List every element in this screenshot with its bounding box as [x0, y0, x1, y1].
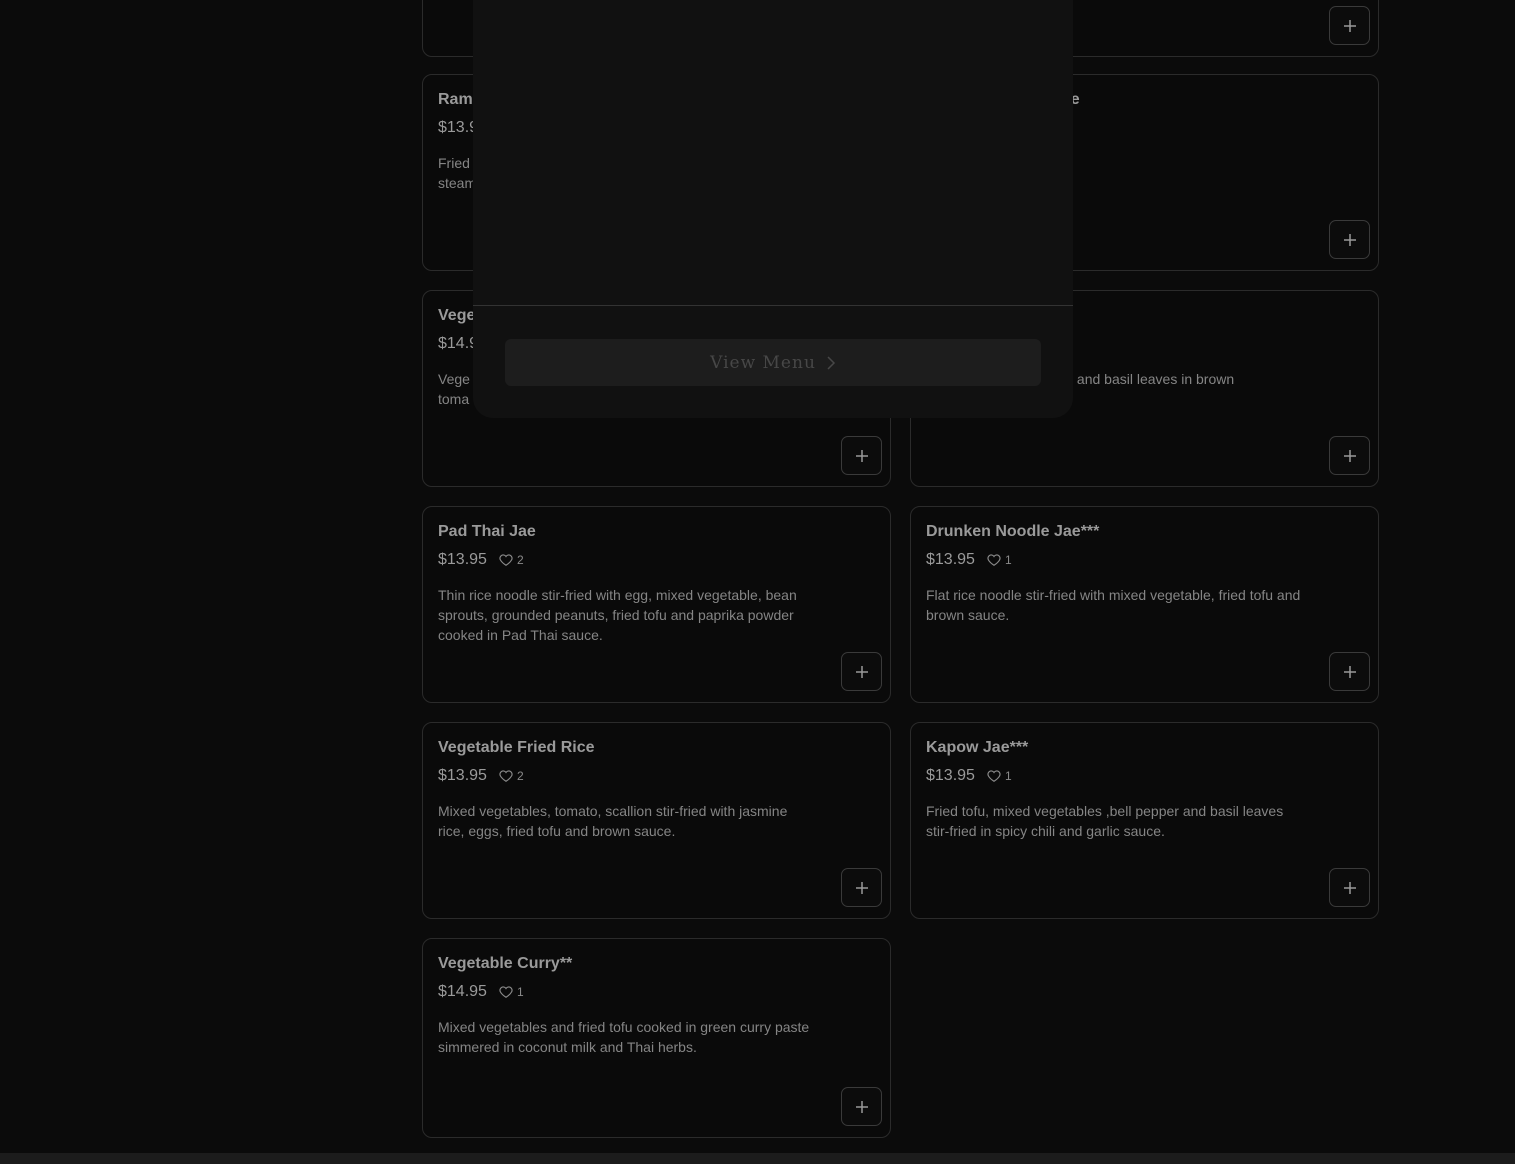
- view-menu-button[interactable]: View Menu: [505, 339, 1041, 386]
- price-row: $14.95 1: [438, 983, 524, 1001]
- plus-icon: [1343, 233, 1356, 246]
- like-button[interactable]: 1: [987, 769, 1012, 783]
- add-item-button[interactable]: [1329, 868, 1370, 907]
- add-item-button[interactable]: [1329, 652, 1370, 691]
- menu-item-card[interactable]: Drunken Noodle Jae*** $13.95 1 Flat rice…: [910, 506, 1379, 703]
- menu-item-title: Ram: [438, 91, 473, 108]
- like-count: 1: [1004, 769, 1012, 783]
- menu-item-title: Vege: [438, 307, 476, 324]
- menu-overlay-panel: View Menu: [473, 0, 1073, 418]
- plus-icon: [855, 665, 868, 678]
- menu-item-price: $13.95: [926, 767, 975, 784]
- price-row: $13.95 1: [926, 551, 1012, 569]
- menu-item-price: $13.95: [438, 767, 487, 784]
- add-item-button[interactable]: [1329, 6, 1370, 45]
- add-item-button[interactable]: [841, 436, 882, 475]
- add-item-button[interactable]: [1329, 436, 1370, 475]
- menu-item-title: Pad Thai Jae: [438, 523, 536, 540]
- plus-icon: [1343, 449, 1356, 462]
- price-row: $13.95 2: [438, 767, 524, 785]
- menu-item-description: Mixed vegetables and fried tofu cooked i…: [438, 1019, 810, 1055]
- menu-item-description: Flat rice noodle stir-fried with mixed v…: [926, 587, 1301, 623]
- overlay-divider: [473, 305, 1073, 306]
- menu-item-title: Drunken Noodle Jae***: [926, 523, 1100, 540]
- like-count: 1: [1004, 553, 1012, 567]
- plus-icon: [1343, 881, 1356, 894]
- like-button[interactable]: 2: [499, 769, 524, 783]
- heart-icon: [499, 986, 513, 998]
- menu-item-card[interactable]: Vegetable Curry** $14.95 1 Mixed vegetab…: [422, 938, 891, 1138]
- like-count: 1: [516, 985, 524, 999]
- menu-item-price: $13.95: [926, 551, 975, 568]
- menu-item-title: Vegetable Fried Rice: [438, 739, 595, 756]
- view-menu-label: View Menu: [710, 352, 816, 373]
- heart-icon: [987, 770, 1001, 782]
- add-item-button[interactable]: [1329, 220, 1370, 259]
- heart-icon: [499, 554, 513, 566]
- add-item-button[interactable]: [841, 1087, 882, 1126]
- like-count: 2: [516, 553, 524, 567]
- plus-icon: [1343, 19, 1356, 32]
- add-item-button[interactable]: [841, 868, 882, 907]
- like-button[interactable]: 1: [499, 985, 524, 999]
- menu-item-description: n tofu and basil leaves in brown: [1038, 371, 1235, 387]
- price-row: $13.95 2: [438, 551, 524, 569]
- like-count: 2: [516, 769, 524, 783]
- price-row: $13.95 1: [926, 767, 1012, 785]
- menu-item-price: $14.95: [438, 983, 487, 1000]
- page-bottom-strip: [0, 1153, 1515, 1164]
- menu-item-description: Mixed vegetables, tomato, scallion stir-…: [438, 803, 788, 839]
- menu-item-card[interactable]: Vegetable Fried Rice $13.95 2 Mixed vege…: [422, 722, 891, 919]
- menu-item-description: Fried tofu, mixed vegetables ,bell peppe…: [926, 803, 1284, 839]
- heart-icon: [499, 770, 513, 782]
- menu-item-description: Thin rice noodle stir-fried with egg, mi…: [438, 587, 797, 643]
- like-button[interactable]: 1: [987, 553, 1012, 567]
- menu-item-card[interactable]: Pad Thai Jae $13.95 2 Thin rice noodle s…: [422, 506, 891, 703]
- menu-item-title: Vegetable Curry**: [438, 955, 573, 972]
- plus-icon: [855, 881, 868, 894]
- chevron-right-icon: [827, 355, 835, 370]
- add-item-button[interactable]: [841, 652, 882, 691]
- like-button[interactable]: 2: [499, 553, 524, 567]
- plus-icon: [855, 1100, 868, 1113]
- plus-icon: [1343, 665, 1356, 678]
- heart-icon: [987, 554, 1001, 566]
- menu-item-title: Kapow Jae***: [926, 739, 1029, 756]
- menu-item-card[interactable]: Kapow Jae*** $13.95 1 Fried tofu, mixed …: [910, 722, 1379, 919]
- menu-item-price: $13.95: [438, 551, 487, 568]
- plus-icon: [855, 449, 868, 462]
